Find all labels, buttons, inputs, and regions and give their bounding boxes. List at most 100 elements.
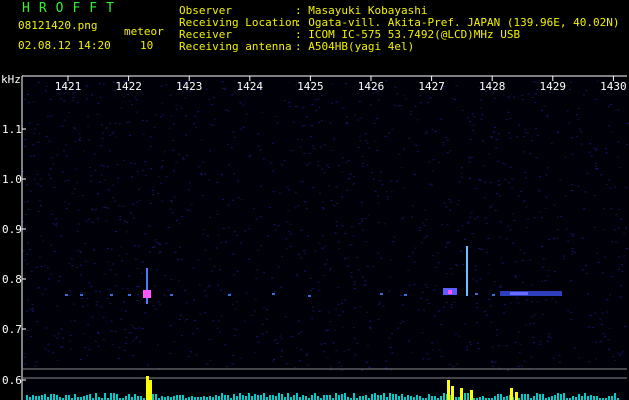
noise-speckle (480, 99, 482, 101)
noise-speckle (584, 191, 587, 193)
noise-speckle (135, 99, 138, 101)
noise-speckle (365, 241, 368, 243)
noise-speckle (50, 244, 53, 246)
noise-speckle (95, 301, 98, 303)
noise-speckle (132, 339, 135, 341)
noise-speckle (335, 221, 338, 223)
noise-speckle (78, 223, 80, 225)
noise-speckle (36, 183, 39, 185)
noise-speckle (545, 174, 548, 176)
noise-speckle (180, 107, 183, 109)
noise-speckle (236, 301, 239, 303)
noise-speckle (108, 150, 111, 152)
noise-speckle (38, 256, 41, 258)
echo-dot (110, 294, 113, 296)
noise-speckle (170, 200, 173, 202)
noise-speckle (280, 286, 283, 288)
noise-speckle (329, 320, 332, 322)
noise-speckle (53, 250, 56, 252)
level-bar (281, 394, 283, 400)
noise-speckle (138, 245, 141, 247)
noise-speckle (471, 113, 474, 115)
noise-speckle (300, 331, 303, 333)
noise-speckle (53, 187, 56, 188)
noise-speckle (89, 180, 92, 182)
level-peak (470, 390, 473, 400)
noise-speckle (109, 122, 111, 124)
noise-speckle (298, 320, 301, 322)
noise-speckle (478, 178, 481, 180)
noise-speckle (619, 167, 622, 169)
noise-speckle (346, 123, 349, 125)
level-peak (447, 380, 450, 400)
noise-speckle (120, 246, 123, 248)
noise-speckle (338, 362, 341, 363)
noise-speckle (521, 259, 524, 261)
noise-speckle (75, 168, 78, 170)
noise-speckle (394, 86, 397, 88)
noise-speckle (77, 250, 79, 252)
noise-speckle (255, 278, 258, 280)
noise-speckle (513, 96, 516, 98)
noise-speckle (546, 116, 549, 118)
noise-speckle (408, 284, 411, 286)
noise-speckle (522, 201, 525, 203)
noise-speckle (123, 159, 126, 161)
noise-speckle (466, 221, 469, 223)
noise-speckle (225, 241, 227, 243)
noise-speckle (570, 319, 573, 321)
noise-speckle (502, 94, 505, 96)
noise-speckle (253, 207, 255, 209)
noise-speckle (481, 114, 484, 116)
noise-speckle (208, 285, 211, 287)
noise-speckle (93, 249, 96, 251)
noise-speckle (594, 165, 597, 167)
noise-speckle (411, 352, 414, 354)
noise-speckle (194, 115, 197, 117)
x-tick-label: 1426 (358, 80, 385, 93)
noise-speckle (469, 178, 471, 179)
noise-speckle (31, 310, 34, 312)
noise-speckle (556, 216, 559, 218)
noise-speckle (364, 133, 367, 135)
level-bar (236, 396, 238, 400)
noise-speckle (500, 285, 503, 287)
noise-speckle (153, 285, 156, 287)
noise-speckle (380, 257, 383, 259)
noise-speckle (594, 341, 597, 343)
noise-speckle (620, 264, 623, 266)
noise-speckle (220, 174, 223, 176)
noise-speckle (414, 174, 416, 176)
noise-speckle (162, 294, 165, 296)
noise-speckle (509, 166, 512, 168)
noise-speckle (120, 318, 123, 320)
noise-speckle (86, 298, 89, 299)
noise-speckle (322, 201, 325, 203)
noise-speckle (87, 116, 89, 118)
noise-speckle (570, 312, 573, 314)
noise-speckle (464, 238, 466, 240)
noise-speckle (295, 347, 298, 349)
noise-speckle (42, 240, 45, 242)
noise-speckle (437, 262, 440, 264)
level-peak (146, 376, 149, 400)
noise-speckle (500, 257, 503, 259)
noise-speckle (471, 232, 474, 234)
level-bar (50, 394, 52, 400)
noise-speckle (526, 132, 529, 134)
noise-speckle (577, 119, 580, 121)
noise-speckle (98, 83, 101, 85)
noise-speckle (320, 95, 323, 97)
noise-speckle (567, 310, 570, 312)
noise-speckle (433, 289, 436, 291)
noise-speckle (407, 138, 410, 139)
level-bar (113, 393, 115, 400)
noise-speckle (141, 261, 144, 263)
noise-speckle (242, 126, 245, 128)
noise-speckle (34, 128, 37, 130)
noise-speckle (395, 180, 398, 182)
noise-speckle (132, 355, 135, 357)
noise-speckle (52, 163, 55, 165)
noise-speckle (45, 327, 48, 329)
noise-speckle (257, 249, 260, 251)
